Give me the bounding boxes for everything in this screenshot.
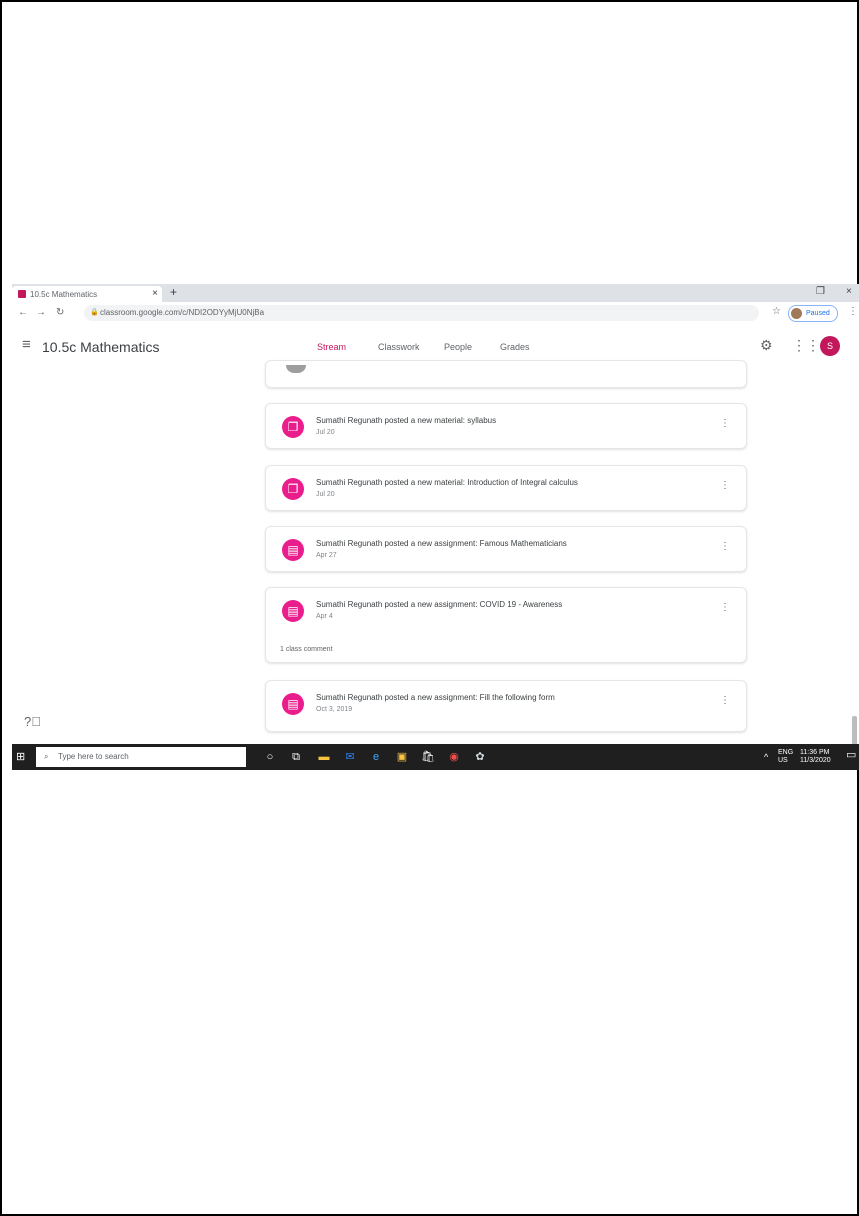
assignment-icon: ▤ [282, 600, 304, 622]
lock-icon: 🔒 [90, 309, 99, 316]
post-card[interactable]: ❐ Sumathi Regunath posted a new material… [265, 403, 747, 449]
post-text: Sumathi Regunath posted a new assignment… [316, 693, 555, 702]
tab-close-icon[interactable]: × [152, 288, 158, 299]
post-card[interactable]: ▤ Sumathi Regunath posted a new assignme… [265, 587, 747, 663]
clock-time: 11:36 PM [800, 749, 830, 756]
region-code: US [778, 757, 788, 764]
tab-people[interactable]: People [444, 342, 472, 352]
post-date: Jul 20 [316, 491, 335, 498]
post-date: Apr 4 [316, 613, 333, 620]
new-tab-button[interactable]: + [170, 285, 177, 299]
user-avatar[interactable]: S [820, 336, 840, 356]
post-menu-icon[interactable]: ⋮ [720, 541, 730, 552]
post-menu-icon[interactable]: ⋮ [720, 602, 730, 613]
profile-avatar [791, 308, 802, 319]
stream-feed: ❐ Sumathi Regunath posted a new material… [12, 360, 859, 770]
post-menu-icon[interactable]: ⋮ [720, 480, 730, 491]
reload-icon[interactable]: ↻ [56, 307, 64, 318]
taskbar-clock[interactable]: 11:36 PM 11/3/2020 [800, 749, 831, 765]
post-text: Sumathi Regunath posted a new assignment… [316, 600, 563, 609]
cortana-icon[interactable]: ○ [262, 749, 278, 765]
post-card[interactable]: ▤ Sumathi Regunath posted a new assignme… [265, 526, 747, 572]
post-date: Oct 3, 2019 [316, 706, 353, 713]
taskbar-search-box[interactable]: ⌕ Type here to search [36, 747, 246, 767]
bookmark-star-icon[interactable]: ☆ [772, 306, 781, 317]
hamburger-menu-icon[interactable]: ≡ [22, 336, 31, 353]
class-title[interactable]: 10.5c Mathematics [42, 339, 160, 355]
profile-status: Paused [806, 310, 830, 317]
browser-screenshot: 10.5c Mathematics × + ❐ × ← → ↻ 🔒 classr… [12, 284, 859, 770]
material-icon: ❐ [282, 478, 304, 500]
browser-tab-title: 10.5c Mathematics [30, 290, 98, 299]
tab-stream[interactable]: Stream [317, 342, 346, 352]
mail-icon[interactable]: ✉ [342, 749, 358, 765]
assignment-icon: ▤ [282, 693, 304, 715]
close-window-button[interactable]: × [846, 286, 852, 297]
profile-button[interactable]: Paused [788, 305, 838, 322]
notification-icon[interactable]: ▭ [846, 750, 856, 761]
address-bar[interactable]: 🔒 classroom.google.com/c/NDI2ODYyMjU0NjB… [84, 305, 759, 321]
restore-window-button[interactable]: ❐ [816, 286, 825, 297]
post-card[interactable]: ❐ Sumathi Regunath posted a new material… [265, 465, 747, 511]
search-icon: ⌕ [44, 752, 49, 761]
address-url: classroom.google.com/c/NDI2ODYyMjU0NjBa [100, 308, 265, 317]
windows-start-icon[interactable]: ⊞ [16, 751, 28, 763]
forward-arrow-icon[interactable]: → [36, 307, 46, 318]
classroom-favicon-icon [18, 290, 26, 298]
language-code: ENG [778, 749, 794, 756]
settings-gear-icon[interactable]: ⚙ [760, 337, 773, 354]
apps-grid-icon[interactable]: ⋮⋮ [792, 337, 820, 354]
taskbar-search-placeholder: Type here to search [58, 752, 129, 761]
assignment-icon: ▤ [282, 539, 304, 561]
post-date: Jul 20 [316, 429, 335, 436]
edge-browser-icon[interactable]: e [368, 749, 384, 765]
clock-date: 11/3/2020 [800, 757, 831, 764]
tab-classwork[interactable]: Classwork [378, 342, 420, 352]
class-comment-link[interactable]: 1 class comment [280, 646, 333, 653]
tray-chevron-icon[interactable]: ^ [764, 753, 768, 762]
help-icon[interactable]: ?⃝ [24, 714, 41, 729]
task-view-icon[interactable]: ⧉ [288, 749, 304, 765]
post-text: Sumathi Regunath posted a new material: … [316, 416, 497, 425]
browser-menu-icon[interactable]: ⋮ [848, 306, 858, 317]
store-icon[interactable]: 🛍 [420, 749, 436, 765]
post-text: Sumathi Regunath posted a new material: … [316, 478, 578, 487]
sticky-notes-icon[interactable]: ▣ [394, 749, 410, 765]
partial-post-card[interactable] [265, 360, 747, 388]
chrome-icon[interactable]: ◉ [446, 749, 462, 765]
post-menu-icon[interactable]: ⋮ [720, 418, 730, 429]
partial-post-icon [286, 365, 306, 373]
file-explorer-icon[interactable]: ▬ [316, 749, 332, 765]
post-menu-icon[interactable]: ⋮ [720, 695, 730, 706]
tab-grades[interactable]: Grades [500, 342, 530, 352]
input-language[interactable]: ENG US [778, 749, 793, 765]
post-card[interactable]: ▤ Sumathi Regunath posted a new assignme… [265, 680, 747, 732]
settings-app-icon[interactable]: ✿ [472, 749, 488, 765]
post-date: Apr 27 [316, 552, 337, 559]
browser-tab[interactable]: 10.5c Mathematics × [12, 286, 162, 302]
back-arrow-icon[interactable]: ← [18, 307, 28, 318]
post-text: Sumathi Regunath posted a new assignment… [316, 539, 567, 548]
windows-taskbar: ⊞ ⌕ Type here to search ○ ⧉ ▬ ✉ e ▣ 🛍 ◉ … [12, 744, 859, 770]
material-icon: ❐ [282, 416, 304, 438]
browser-tab-strip: 10.5c Mathematics × + ❐ × [12, 284, 859, 302]
browser-toolbar: ← → ↻ 🔒 classroom.google.com/c/NDI2ODYyM… [12, 302, 859, 325]
